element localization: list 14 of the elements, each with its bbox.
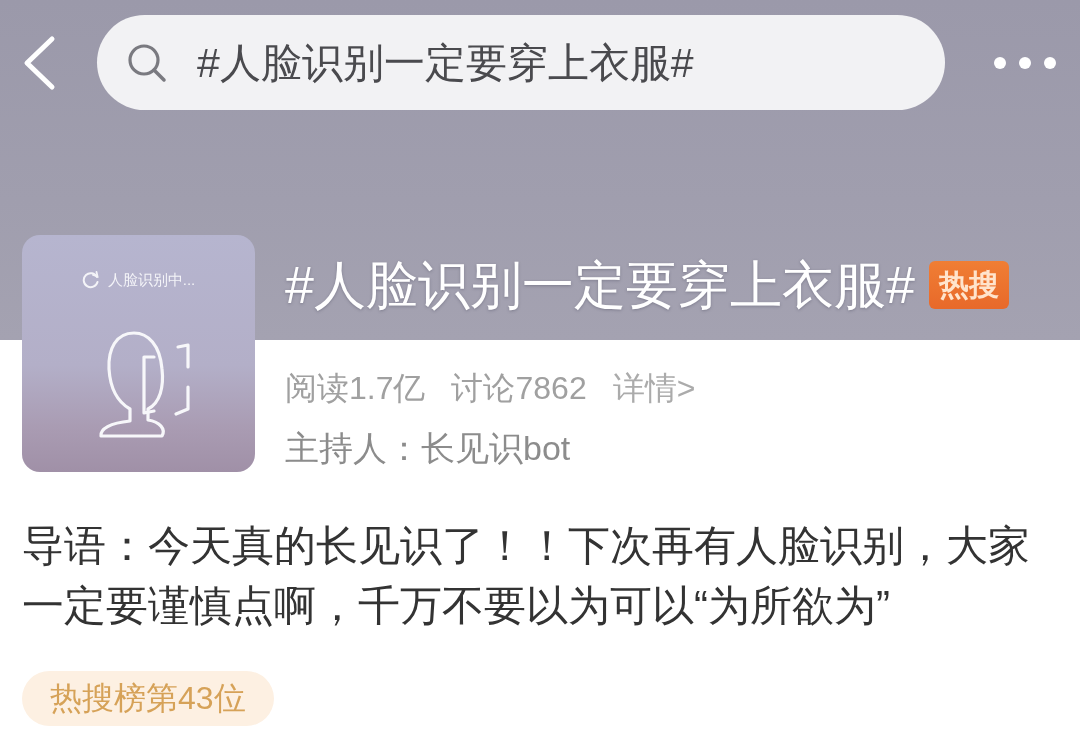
loading-icon	[81, 271, 100, 289]
more-icon[interactable]	[993, 55, 1057, 70]
hot-badge: 热搜	[928, 261, 1009, 309]
thumbnail-caption: 人脸识别中...	[107, 271, 196, 289]
host-text: 主持人：长见识bot	[285, 428, 572, 469]
stat-text: 讨论7862	[451, 369, 587, 408]
rank-badge[interactable]: 热搜榜第43位	[22, 671, 274, 726]
back-icon[interactable]	[22, 34, 56, 91]
topic-title: #人脸识别一定要穿上衣服#	[285, 255, 915, 315]
details-link[interactable]: 详情>	[612, 368, 696, 408]
search-icon	[127, 42, 167, 83]
stat-text: 阅读1.7亿	[285, 369, 426, 408]
intro-text: 导语：今天真的长见识了！！下次再有人脸识别，大家一定要谨慎点啊，千万不要以为可以“为所欲为”	[21, 521, 1031, 631]
search-field[interactable]: #人脸识别一定要穿上衣服#	[97, 15, 945, 110]
